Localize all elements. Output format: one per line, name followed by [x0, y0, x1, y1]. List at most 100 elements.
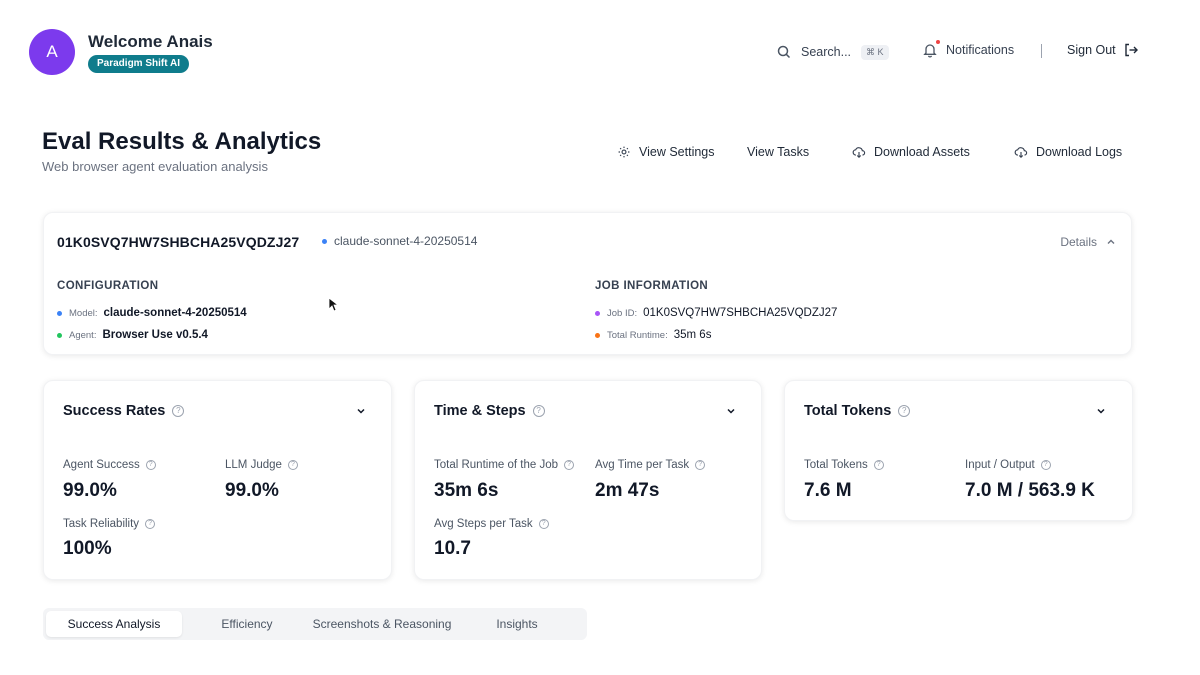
mouse-cursor-icon — [328, 297, 338, 312]
help-icon[interactable]: ? — [145, 460, 156, 470]
agent-success-value: 99.0% — [63, 480, 117, 501]
job-id-dot — [595, 310, 600, 316]
avg-time-label-text: Avg Time per Task — [595, 459, 690, 471]
success-rates-title: Success Rates ? — [63, 403, 185, 419]
llm-judge-label: LLM Judge ? — [225, 459, 298, 471]
avg-steps-label-text: Avg Steps per Task — [434, 518, 533, 530]
success-rates-title-text: Success Rates — [63, 403, 166, 419]
help-icon[interactable]: ? — [287, 460, 298, 470]
model-row: Model: claude-sonnet-4-20250514 — [57, 307, 247, 319]
org-badge: Paradigm Shift AI — [88, 55, 189, 73]
runtime-row: Total Runtime: 35m 6s — [595, 329, 711, 341]
runtime-dot — [595, 332, 600, 338]
view-settings-label: View Settings — [639, 145, 715, 159]
help-icon[interactable]: ? — [532, 405, 545, 417]
page-actions: View Settings View Tasks Download Assets… — [0, 143, 1200, 163]
help-icon[interactable]: ? — [145, 519, 156, 529]
model-dot — [57, 310, 62, 316]
cloud-download-icon — [852, 147, 866, 159]
analysis-tabs: Success Analysis Efficiency Screenshots … — [43, 608, 587, 640]
total-runtime-label: Total Runtime of the Job ? — [434, 459, 575, 471]
sign-out-button[interactable]: Sign Out — [1067, 42, 1139, 58]
avg-time-label: Avg Time per Task ? — [595, 459, 706, 471]
chevron-down-icon[interactable] — [1095, 405, 1107, 417]
download-logs-label: Download Logs — [1036, 145, 1123, 159]
download-assets-label: Download Assets — [874, 145, 970, 159]
time-steps-title-text: Time & Steps — [434, 403, 526, 419]
notifications-button[interactable]: Notifications — [922, 40, 1014, 58]
notification-dot — [936, 40, 940, 44]
help-icon[interactable]: ? — [1040, 460, 1051, 470]
agent-success-label-text: Agent Success — [63, 459, 140, 471]
job-card: 01K0SVQ7HW7SHBCHA25VQDZJ27 claude-sonnet… — [43, 212, 1132, 355]
chevron-down-icon[interactable] — [725, 405, 737, 417]
job-information-heading: JOB INFORMATION — [595, 280, 709, 292]
total-runtime-value: 35m 6s — [434, 480, 499, 501]
help-icon[interactable]: ? — [873, 460, 884, 470]
time-steps-title: Time & Steps ? — [434, 403, 545, 419]
total-tokens-title-text: Total Tokens — [804, 403, 892, 419]
tab-efficiency[interactable]: Efficiency — [195, 611, 299, 637]
download-assets-button[interactable]: Download Assets — [852, 143, 970, 161]
runtime-key: Total Runtime: — [607, 329, 668, 341]
avg-steps-value: 10.7 — [434, 538, 471, 559]
model-value: claude-sonnet-4-20250514 — [103, 307, 247, 319]
total-tokens-title: Total Tokens ? — [804, 403, 911, 419]
tab-success-analysis[interactable]: Success Analysis — [46, 611, 182, 637]
agent-dot — [57, 332, 62, 338]
model-tag: claude-sonnet-4-20250514 — [322, 234, 477, 248]
agent-value: Browser Use v0.5.4 — [102, 329, 208, 341]
search-button[interactable]: Search... ⌘ K — [766, 38, 900, 66]
runtime-value: 35m 6s — [673, 329, 712, 341]
task-reliability-value: 100% — [63, 538, 112, 559]
llm-judge-label-text: LLM Judge — [225, 459, 282, 471]
chevron-up-icon — [1107, 239, 1115, 244]
input-output-label: Input / Output ? — [965, 459, 1051, 471]
tab-screenshots-reasoning[interactable]: Screenshots & Reasoning — [305, 611, 459, 637]
total-tokens-label-text: Total Tokens — [804, 459, 868, 471]
sign-out-icon — [1124, 43, 1138, 57]
chevron-down-icon[interactable] — [355, 405, 367, 417]
help-icon[interactable]: ? — [898, 405, 911, 417]
cloud-download-icon — [1014, 147, 1028, 159]
success-rates-card: Success Rates ? Agent Success ? 99.0% LL… — [43, 380, 392, 580]
total-tokens-label: Total Tokens ? — [804, 459, 884, 471]
details-label: Details — [1060, 235, 1097, 249]
total-runtime-label-text: Total Runtime of the Job — [434, 459, 559, 471]
tab-insights[interactable]: Insights — [467, 611, 567, 637]
input-output-value: 7.0 M / 563.9 K — [965, 480, 1095, 501]
model-tag-label: claude-sonnet-4-20250514 — [334, 234, 478, 248]
job-id-value: 01K0SVQ7HW7SHBCHA25VQDZJ27 — [643, 307, 838, 319]
sign-out-label: Sign Out — [1067, 43, 1116, 57]
agent-success-label: Agent Success ? — [63, 459, 156, 471]
top-bar: A Welcome Anais Paradigm Shift AI Search… — [0, 0, 1200, 100]
details-toggle[interactable]: Details — [1060, 235, 1117, 249]
search-label: Search... — [801, 45, 852, 59]
avg-steps-label: Avg Steps per Task ? — [434, 518, 549, 530]
search-shortcut: ⌘ K — [861, 44, 889, 60]
help-icon[interactable]: ? — [172, 405, 185, 417]
llm-judge-value: 99.0% — [225, 480, 279, 501]
gear-icon — [618, 146, 630, 158]
time-steps-card: Time & Steps ? Total Runtime of the Job … — [414, 380, 762, 580]
job-id-title: 01K0SVQ7HW7SHBCHA25VQDZJ27 — [57, 234, 300, 250]
avg-time-value: 2m 47s — [595, 480, 660, 501]
configuration-heading: CONFIGURATION — [57, 280, 159, 292]
header-separator — [1041, 44, 1042, 58]
agent-key: Agent: — [69, 329, 97, 341]
view-tasks-button[interactable]: View Tasks — [747, 143, 809, 161]
avatar-initial: A — [46, 42, 58, 61]
view-tasks-label: View Tasks — [747, 145, 810, 159]
view-settings-button[interactable]: View Settings — [617, 143, 715, 161]
avatar[interactable]: A — [29, 29, 75, 75]
bell-icon — [922, 40, 940, 58]
total-tokens-card: Total Tokens ? Total Tokens ? 7.6 M Inpu… — [784, 380, 1133, 521]
help-icon[interactable]: ? — [564, 460, 575, 470]
download-logs-button[interactable]: Download Logs — [1014, 143, 1122, 161]
help-icon[interactable]: ? — [538, 519, 549, 529]
input-output-label-text: Input / Output — [965, 459, 1035, 471]
task-reliability-label: Task Reliability ? — [63, 518, 156, 530]
help-icon[interactable]: ? — [695, 460, 706, 470]
job-id-key: Job ID: — [607, 307, 638, 319]
model-tag-dot — [322, 238, 327, 244]
